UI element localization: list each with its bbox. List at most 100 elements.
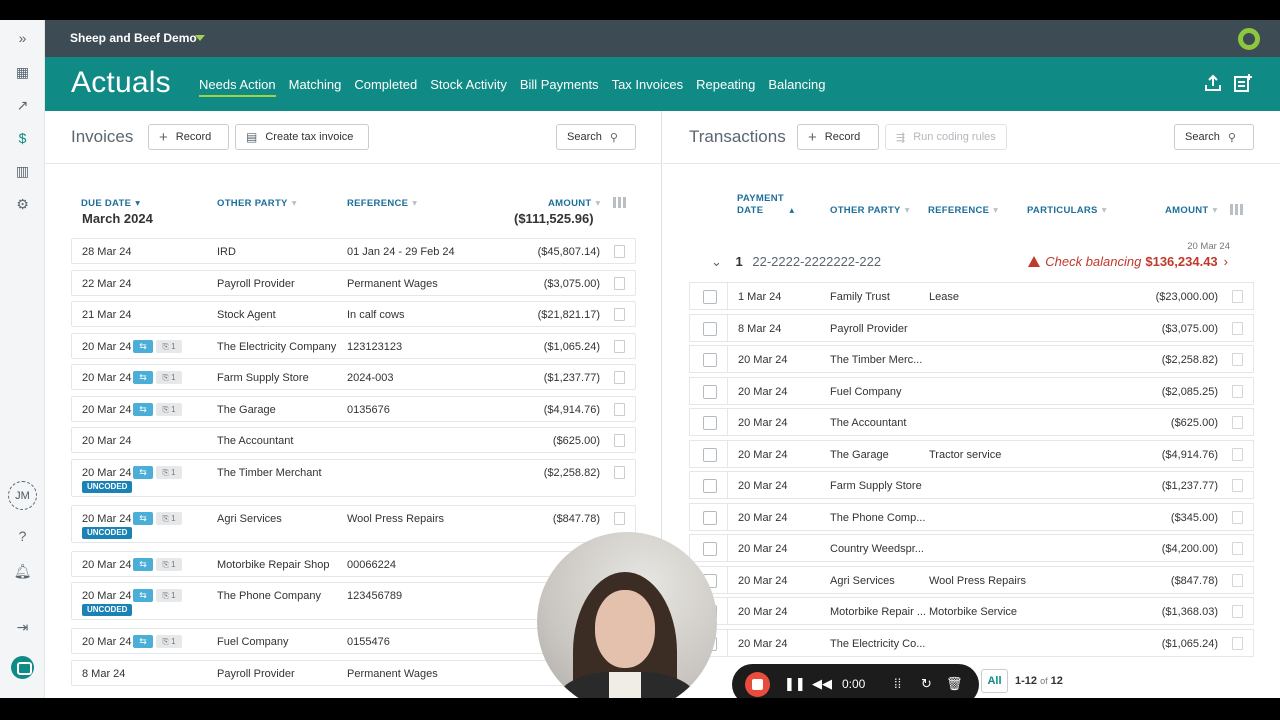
- trash-icon[interactable]: [1232, 384, 1243, 398]
- transaction-row[interactable]: 20 Mar 24 The Accountant ($625.00): [689, 408, 1254, 436]
- restart-icon[interactable]: ↻: [921, 676, 932, 692]
- dashboard-icon[interactable]: ▦: [0, 57, 45, 87]
- trash-icon[interactable]: [1232, 636, 1243, 650]
- tab-bill-payments[interactable]: Bill Payments: [520, 77, 599, 97]
- run-coding-rules-button[interactable]: ⇶ Run coding rules: [885, 124, 1007, 150]
- trash-icon[interactable]: [614, 371, 625, 384]
- avatar[interactable]: JM: [8, 481, 37, 510]
- trend-icon[interactable]: ↗: [0, 90, 45, 120]
- row-checkbox[interactable]: [703, 510, 717, 525]
- columns-icon[interactable]: [613, 197, 628, 208]
- attachment-icon[interactable]: ⎘ 1: [156, 339, 182, 353]
- notifications-icon[interactable]: 🔔︎: [0, 556, 45, 586]
- reports-icon[interactable]: ▥: [0, 156, 45, 186]
- invoice-row[interactable]: 20 Mar 24 ⇆ ⎘ 1 The Timber Merchant ($2,258.…: [71, 458, 636, 497]
- trash-icon[interactable]: [1232, 573, 1243, 587]
- transaction-row[interactable]: 20 Mar 24 The Timber Merc... ($2,258.82): [689, 345, 1254, 373]
- trash-icon[interactable]: [614, 511, 625, 525]
- transaction-row[interactable]: 20 Mar 24 Motorbike Repair ... Motorbike S…: [689, 597, 1254, 625]
- tab-needs-action[interactable]: Needs Action: [199, 77, 276, 97]
- invoice-row[interactable]: 20 Mar 24 ⇆ ⎘ 1 Agri Services Wool Press Rep…: [71, 504, 636, 543]
- transaction-row[interactable]: 20 Mar 24 Country Weedspr... ($4,200.00): [689, 534, 1254, 562]
- invoice-row[interactable]: 22 Mar 24 Payroll Provider Permanent Wages…: [71, 269, 636, 296]
- rewind-icon[interactable]: ◀◀: [812, 676, 832, 692]
- help-icon[interactable]: ?: [0, 521, 45, 551]
- account-line[interactable]: ⌄ 1 22-2222-2222222-222: [711, 254, 881, 270]
- show-all-button[interactable]: All: [981, 669, 1008, 693]
- col-reference[interactable]: REFERENCE ▾: [347, 198, 417, 209]
- transaction-row[interactable]: 20 Mar 24 The Phone Comp... ($345.00): [689, 502, 1254, 531]
- grid-dots-icon[interactable]: ⁞⁞: [894, 676, 901, 691]
- logout-icon[interactable]: ⇥: [0, 612, 45, 642]
- invoice-row[interactable]: 20 Mar 24 ⇆ ⎘ 1 The Garage 0135676 ($4,914.76…: [71, 395, 636, 422]
- record-transaction-button[interactable]: + Record: [797, 124, 879, 150]
- trash-icon[interactable]: 🗑︎: [946, 676, 963, 692]
- transaction-row[interactable]: 20 Mar 24 Farm Supply Store ($1,237.77): [689, 471, 1254, 499]
- check-balancing-link[interactable]: Check balancing $136,234.43 ›: [1028, 254, 1228, 269]
- upload-icon[interactable]: [1203, 73, 1223, 93]
- trash-icon[interactable]: [1232, 447, 1243, 461]
- row-checkbox[interactable]: [703, 384, 717, 399]
- pause-icon[interactable]: ❚❚: [784, 676, 806, 692]
- transaction-row[interactable]: 20 Mar 24 Agri Services Wool Press Repairs…: [689, 565, 1254, 594]
- create-tax-invoice-button[interactable]: ▤ Create tax invoice: [235, 124, 369, 150]
- trash-icon[interactable]: [614, 402, 625, 416]
- col-other-party[interactable]: OTHER PARTY ▾: [217, 198, 297, 209]
- attachment-icon[interactable]: ⎘ 1: [156, 557, 182, 571]
- tab-balancing[interactable]: Balancing: [768, 77, 825, 97]
- row-checkbox[interactable]: [703, 479, 717, 493]
- attachment-icon[interactable]: ⎘ 1: [156, 465, 182, 479]
- row-checkbox[interactable]: [703, 353, 717, 367]
- attachment-icon[interactable]: ⎘ 1: [156, 635, 182, 648]
- org-name[interactable]: Sheep and Beef Demo: [70, 31, 197, 45]
- col-due-date[interactable]: DUE DATE ▾: [81, 198, 140, 209]
- settings-icon[interactable]: ⚙: [0, 189, 45, 219]
- org-dropdown-icon[interactable]: [195, 35, 205, 41]
- tab-completed[interactable]: Completed: [354, 77, 417, 97]
- trash-icon[interactable]: [614, 245, 625, 258]
- tab-stock-activity[interactable]: Stock Activity: [430, 77, 507, 97]
- tab-repeating[interactable]: Repeating: [696, 77, 755, 97]
- trash-icon[interactable]: [1232, 510, 1243, 524]
- transaction-row[interactable]: 8 Mar 24 Payroll Provider ($3,075.00): [689, 313, 1254, 342]
- col-other-party[interactable]: OTHER PARTY ▾: [830, 205, 910, 216]
- invoice-row[interactable]: 28 Mar 24 IRD 01 Jan 24 - 29 Feb 24 ($45,80…: [71, 238, 636, 264]
- chevron-down-icon[interactable]: ⌄: [711, 254, 722, 269]
- tab-tax-invoices[interactable]: Tax Invoices: [612, 77, 684, 97]
- trash-icon[interactable]: [614, 276, 625, 290]
- row-checkbox[interactable]: [703, 416, 717, 430]
- transaction-row[interactable]: 20 Mar 24 The Garage Tractor service ($4,91…: [689, 439, 1254, 468]
- row-checkbox[interactable]: [703, 447, 717, 462]
- add-note-icon[interactable]: [1233, 73, 1253, 93]
- attachment-icon[interactable]: ⎘ 1: [156, 589, 182, 602]
- trash-icon[interactable]: [1232, 353, 1243, 366]
- trash-icon[interactable]: [1232, 290, 1243, 303]
- trash-icon[interactable]: [1232, 416, 1243, 429]
- trash-icon[interactable]: [614, 308, 625, 321]
- transaction-row[interactable]: 1 Mar 24 Family Trust Lease ($23,000.00): [689, 282, 1254, 310]
- trash-icon[interactable]: [1232, 479, 1243, 492]
- col-amount[interactable]: AMOUNT ▾: [1165, 205, 1218, 216]
- expand-icon[interactable]: »: [0, 23, 45, 53]
- columns-icon[interactable]: [1230, 204, 1245, 215]
- row-checkbox[interactable]: [703, 290, 717, 304]
- stop-record-button[interactable]: [745, 672, 770, 697]
- invoice-row[interactable]: 21 Mar 24 Stock Agent In calf cows ($21,821…: [71, 301, 636, 327]
- tab-matching[interactable]: Matching: [289, 77, 342, 97]
- attachment-icon[interactable]: ⎘ 1: [156, 371, 182, 384]
- col-reference[interactable]: REFERENCE ▾: [928, 205, 998, 216]
- trash-icon[interactable]: [614, 465, 625, 479]
- col-amount[interactable]: AMOUNT ▾: [548, 198, 601, 209]
- col-payment-date[interactable]: PAYMENT DATE ▴: [737, 193, 794, 217]
- trash-icon[interactable]: [614, 339, 625, 353]
- invoices-search-button[interactable]: Search ⚲: [556, 124, 636, 150]
- invoice-row[interactable]: 20 Mar 24 ⇆ ⎘ 1 The Electricity Company 1231…: [71, 332, 636, 359]
- dollar-icon[interactable]: $: [0, 123, 45, 153]
- col-particulars[interactable]: PARTICULARS ▾: [1027, 205, 1107, 216]
- record-invoice-button[interactable]: + Record: [148, 124, 229, 150]
- invoice-row[interactable]: 20 Mar 24 ⇆ ⎘ 1 Farm Supply Store 2024-003 ($…: [71, 364, 636, 390]
- transaction-row[interactable]: 20 Mar 24 The Electricity Co... ($1,065.24…: [689, 628, 1254, 657]
- invoice-row[interactable]: 20 Mar 24 The Accountant ($625.00): [71, 427, 636, 453]
- transaction-row[interactable]: 20 Mar 24 Fuel Company ($2,085.25): [689, 376, 1254, 405]
- transactions-search-button[interactable]: Search ⚲: [1174, 124, 1254, 150]
